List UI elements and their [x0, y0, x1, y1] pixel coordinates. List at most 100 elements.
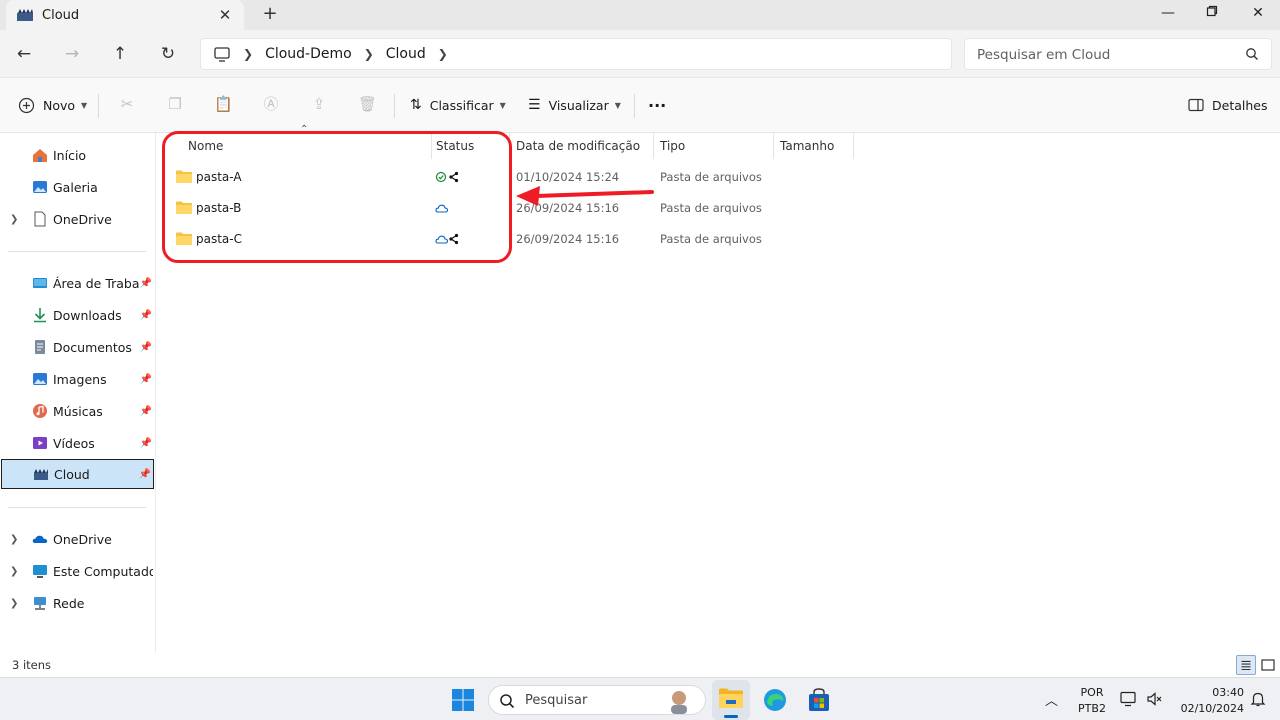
pin-icon[interactable]: 📌 — [140, 438, 152, 449]
divider — [634, 94, 635, 118]
desktop-icon — [33, 278, 47, 288]
edge-icon[interactable] — [762, 687, 788, 713]
column-header-data[interactable]: Data de modificação — [510, 133, 654, 159]
computer-icon — [33, 565, 47, 578]
column-header-tamanho[interactable]: Tamanho — [774, 133, 854, 159]
breadcrumb-cloud[interactable]: Cloud — [386, 46, 426, 62]
details-button[interactable]: Detalhes — [1188, 94, 1267, 116]
new-button[interactable]: Novo ▼ — [18, 94, 87, 116]
chevron-right-icon[interactable]: ❯ — [364, 47, 374, 61]
documents-icon — [35, 340, 45, 354]
pin-icon[interactable]: 📌 — [140, 342, 152, 353]
refresh-icon[interactable]: ↻ — [156, 42, 180, 66]
chevron-down-icon: ▼ — [614, 100, 621, 110]
new-tab-button[interactable]: + — [260, 4, 280, 24]
sidebar-item-videos[interactable]: Vídeos 📌 — [0, 428, 154, 458]
status-bar: 3 itens — [0, 653, 1280, 677]
paste-icon[interactable]: 📋 — [214, 95, 233, 113]
language-indicator-bottom[interactable]: PTB2 — [1074, 702, 1110, 715]
document-icon — [34, 211, 46, 227]
sidebar-item-galeria[interactable]: Galeria — [0, 172, 154, 202]
taskbar-search-label: Pesquisar — [525, 693, 588, 708]
maximize-icon[interactable] — [1200, 3, 1224, 23]
cloud-folder-icon — [17, 9, 33, 21]
sidebar-item-este-computador[interactable]: ❯ Este Computador — [0, 556, 154, 586]
windows-start-icon[interactable] — [450, 687, 476, 713]
back-icon[interactable]: ← — [12, 42, 36, 66]
close-window-icon[interactable]: ✕ — [1246, 3, 1270, 23]
store-icon[interactable] — [806, 687, 832, 713]
images-icon — [33, 373, 47, 385]
language-indicator-top[interactable]: POR — [1076, 686, 1108, 699]
column-header-tipo[interactable]: Tipo — [654, 133, 774, 159]
tab-cloud[interactable]: Cloud ✕ — [6, 0, 244, 30]
onedrive-icon — [32, 535, 48, 543]
cut-icon[interactable]: ✂ — [118, 95, 136, 113]
details-pane-icon — [1188, 98, 1204, 112]
sidebar-item-imagens[interactable]: Imagens 📌 — [0, 364, 154, 394]
sidebar-item-downloads[interactable]: Downloads 📌 — [0, 300, 154, 330]
pin-icon[interactable]: 📌 — [140, 406, 152, 417]
computer-icon — [214, 47, 230, 62]
chevron-right-icon[interactable]: ❯ — [10, 534, 18, 545]
pin-icon[interactable]: 📌 — [140, 374, 152, 385]
notification-bell-icon[interactable] — [1250, 691, 1266, 707]
sidebar-item-musicas[interactable]: Músicas 📌 — [0, 396, 154, 426]
active-indicator — [724, 715, 738, 718]
sidebar-item-onedrive[interactable]: ❯ OneDrive — [0, 524, 154, 554]
divider — [8, 251, 146, 252]
sidebar-item-area-de-trabalho[interactable]: Área de Trabalho 📌 — [0, 268, 154, 298]
search-icon[interactable] — [1245, 47, 1259, 61]
network-status-icon[interactable] — [1120, 691, 1138, 707]
view-button[interactable]: ☰ Visualizar ▼ — [528, 94, 621, 116]
minimize-icon[interactable]: — — [1156, 3, 1180, 23]
more-options-icon[interactable]: ··· — [648, 94, 666, 116]
chevron-down-icon: ▼ — [499, 100, 506, 110]
video-icon — [33, 437, 47, 449]
chevron-right-icon[interactable]: ❯ — [10, 214, 18, 225]
taskbar-search[interactable]: Pesquisar — [488, 685, 706, 715]
sidebar-item-documentos[interactable]: Documentos 📌 — [0, 332, 154, 362]
up-icon[interactable]: ↑ — [108, 42, 132, 66]
command-bar: Novo ▼ ✂ ❐ 📋 Ⓐ ⇪ 🗑 ⇅ Classificar ▼ ☰ Vis… — [0, 78, 1280, 133]
rename-icon[interactable]: Ⓐ — [262, 95, 280, 113]
breadcrumb-cloud-demo[interactable]: Cloud-Demo — [265, 46, 352, 62]
details-view-icon[interactable] — [1236, 655, 1256, 675]
search-highlight-icon — [671, 691, 687, 714]
clock-time[interactable]: 03:40 — [1194, 686, 1244, 699]
chevron-right-icon[interactable]: ❯ — [10, 598, 18, 609]
chevron-down-icon: ▼ — [81, 100, 88, 110]
copy-icon[interactable]: ❐ — [166, 95, 184, 113]
taskbar-file-explorer-active[interactable] — [712, 680, 750, 720]
volume-muted-icon[interactable] — [1146, 691, 1162, 707]
delete-icon[interactable]: 🗑 — [358, 95, 377, 113]
pin-icon[interactable]: 📌 — [139, 469, 151, 480]
sidebar-item-onedrive-personal[interactable]: ❯ OneDrive — [0, 204, 154, 234]
sort-label: Classificar — [429, 97, 494, 113]
divider — [8, 507, 146, 508]
search-box[interactable] — [964, 38, 1272, 70]
sidebar-item-rede[interactable]: ❯ Rede — [0, 588, 154, 618]
plus-circle-icon — [18, 97, 35, 113]
tiles-view-icon[interactable] — [1258, 655, 1278, 675]
share-icon[interactable]: ⇪ — [310, 95, 328, 113]
tray-overflow-chevron-icon[interactable]: ︿ — [1045, 690, 1058, 709]
search-icon — [500, 694, 515, 709]
details-label: Detalhes — [1212, 97, 1268, 113]
pin-icon[interactable]: 📌 — [140, 278, 152, 289]
sidebar-item-inicio[interactable]: Início — [0, 140, 154, 170]
chevron-right-icon[interactable]: ❯ — [10, 566, 18, 577]
cloud-folder-icon — [34, 469, 48, 480]
close-tab-icon[interactable]: ✕ — [216, 6, 234, 24]
breadcrumb[interactable]: ❯ Cloud-Demo ❯ Cloud ❯ — [200, 38, 952, 70]
divider — [394, 94, 395, 118]
pin-icon[interactable]: 📌 — [140, 310, 152, 321]
chevron-right-icon[interactable]: ❯ — [438, 47, 448, 61]
sort-button[interactable]: ⇅ Classificar ▼ — [410, 94, 506, 116]
chevron-right-icon[interactable]: ❯ — [243, 47, 253, 61]
clock-date[interactable]: 02/10/2024 — [1172, 702, 1244, 715]
sidebar-item-cloud[interactable]: Cloud 📌 — [1, 459, 154, 489]
forward-icon[interactable]: → — [60, 42, 84, 66]
new-label: Novo — [43, 97, 76, 113]
search-input[interactable] — [977, 45, 1237, 65]
